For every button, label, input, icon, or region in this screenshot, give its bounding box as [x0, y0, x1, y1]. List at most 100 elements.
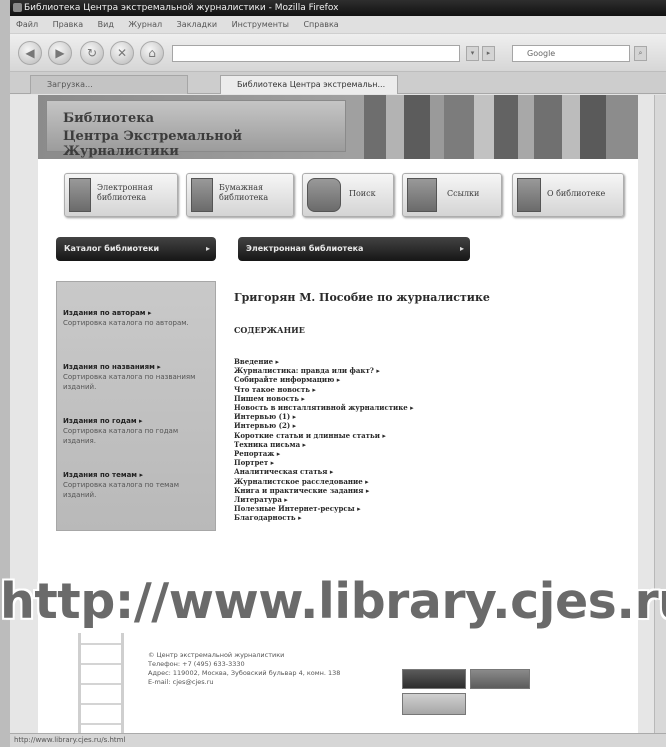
navigation-toolbar: ◀ ▶ ↻ ✕ ⌂ ▾ ▸ Google ⌕	[10, 34, 666, 72]
scroll-icon	[307, 178, 341, 212]
catalog-header[interactable]: Каталог библиотеки ▸	[56, 237, 216, 261]
web-page: Библиотека Центра Экстремальной Журналис…	[38, 95, 638, 733]
footer-org: © Центр экстремальной журналистики	[148, 651, 285, 659]
tab-loading[interactable]: Загрузка...	[30, 75, 188, 94]
sidebar-item-title[interactable]: Издания по названиям ▸	[63, 362, 211, 372]
site-title-line2: Центра Экстремальной Журналистики	[63, 129, 243, 159]
toc-link[interactable]: Аналитическая статья ▸	[234, 467, 614, 476]
dropdown-arrow-icon[interactable]: ▾	[466, 46, 479, 61]
main-header-label: Электронная библиотека	[246, 244, 364, 253]
menu-tools[interactable]: Инструменты	[232, 20, 289, 29]
menu-file[interactable]: Файл	[16, 20, 38, 29]
menu-help[interactable]: Справка	[303, 20, 338, 29]
toc-link[interactable]: Литература ▸	[234, 495, 614, 504]
bookshelf-image	[364, 95, 638, 159]
toc-link[interactable]: Короткие статьи и длинные статьи ▸	[234, 431, 614, 440]
toc-link[interactable]: Что такое новость ▸	[234, 385, 614, 394]
sidebar-item-title[interactable]: Издания по годам ▸	[63, 416, 211, 426]
catalog-header-label: Каталог библиотеки	[64, 244, 160, 253]
sidebar-item-desc: Сортировка каталога по авторам.	[63, 319, 189, 327]
toc-link[interactable]: Техника письма ▸	[234, 440, 614, 449]
toc-link[interactable]: Интервью (1) ▸	[234, 412, 614, 421]
signpost-icon	[407, 178, 437, 212]
nav-links[interactable]: Ссылки	[402, 173, 502, 217]
status-bar: http://www.library.cjes.ru/s.html	[10, 733, 666, 747]
toc-link[interactable]: Пишем новость ▸	[234, 394, 614, 403]
site-logo[interactable]: Библиотека Центра Экстремальной Журналис…	[46, 100, 346, 159]
sidebar-item-desc: Сортировка каталога по названиям изданий…	[63, 373, 196, 391]
sidebar-item-years[interactable]: Издания по годам ▸ Сортировка каталога п…	[63, 416, 211, 446]
firefox-icon	[13, 3, 22, 12]
browser-window: Библиотека Центра экстремальной журналис…	[10, 0, 666, 747]
search-go-icon[interactable]: ⌕	[634, 46, 647, 61]
footer-phone: Телефон: +7 (495) 633-3330	[148, 660, 245, 668]
address-bar[interactable]	[172, 45, 460, 62]
footer-contacts: © Центр экстремальной журналистики Телеф…	[148, 651, 368, 687]
menu-bar: Файл Правка Вид Журнал Закладки Инструме…	[10, 16, 666, 34]
toc-link[interactable]: Благодарность ▸	[234, 513, 614, 522]
sidebar-item-title[interactable]: Издания по авторам ▸	[63, 308, 211, 318]
sidebar-item-titles[interactable]: Издания по названиям ▸ Сортировка катало…	[63, 362, 211, 392]
main-content: Григорян М. Пособие по журналистике СОДЕ…	[234, 291, 614, 591]
sidebar-item-desc: Сортировка каталога по темам изданий.	[63, 481, 179, 499]
chevron-right-icon: ▸	[205, 244, 210, 253]
nav-about[interactable]: О библиотеке	[512, 173, 624, 217]
menu-edit[interactable]: Правка	[53, 20, 83, 29]
menu-history[interactable]: Журнал	[128, 20, 162, 29]
tab-library[interactable]: Библиотека Центра экстремальн...	[220, 75, 398, 94]
home-icon[interactable]: ⌂	[140, 41, 164, 65]
reload-icon[interactable]: ↻	[80, 41, 104, 65]
toc-link[interactable]: Портрет ▸	[234, 458, 614, 467]
menu-bookmarks[interactable]: Закладки	[177, 20, 217, 29]
electronic-library-header[interactable]: Электронная библиотека ▸	[238, 237, 470, 261]
sidebar-item-title[interactable]: Издания по темам ▸	[63, 470, 211, 480]
status-text: http://www.library.cjes.ru/s.html	[14, 736, 126, 744]
nav-label: О библиотеке	[547, 189, 606, 198]
toc-heading: СОДЕРЖАНИЕ	[234, 325, 305, 335]
nav-label: Бумажная библиотека	[219, 183, 269, 202]
footer-email[interactable]: E-mail: cjes@cjes.ru	[148, 678, 368, 687]
toc-link[interactable]: Введение ▸	[234, 357, 614, 366]
toc-link[interactable]: Журналистское расследование ▸	[234, 477, 614, 486]
sidebar-item-topics[interactable]: Издания по темам ▸ Сортировка каталога п…	[63, 470, 211, 500]
nav-label: Электронная библиотека	[97, 183, 153, 202]
bookshelf-icon	[191, 178, 213, 212]
stop-icon[interactable]: ✕	[110, 41, 134, 65]
document-title: Григорян М. Пособие по журналистике	[234, 291, 490, 304]
rating-badge[interactable]	[470, 669, 530, 689]
scrollbar[interactable]	[654, 95, 666, 733]
window-titlebar: Библиотека Центра экстремальной журналис…	[10, 0, 666, 16]
ladder-image	[78, 633, 124, 733]
tab-label: Загрузка...	[47, 80, 93, 89]
nav-label: Ссылки	[447, 189, 480, 198]
menu-view[interactable]: Вид	[98, 20, 114, 29]
toc-link[interactable]: Интервью (2) ▸	[234, 421, 614, 430]
nav-paper-library[interactable]: Бумажная библиотека	[186, 173, 294, 217]
nav-search[interactable]: Поиск	[302, 173, 394, 217]
table-of-contents: Введение ▸ Журналистика: правда или факт…	[234, 357, 614, 523]
page-viewport: Библиотека Центра Экстремальной Журналис…	[10, 95, 666, 733]
toc-link[interactable]: Репортаж ▸	[234, 449, 614, 458]
chevron-right-icon: ▸	[459, 244, 464, 253]
toc-link[interactable]: Полезные Интернет-ресурсы ▸	[234, 504, 614, 513]
catalog-sidebar: Издания по авторам ▸ Сортировка каталога…	[56, 281, 216, 531]
forward-arrow-icon[interactable]: ▶	[48, 41, 72, 65]
site-url-watermark: http://www.library.cjes.ru	[0, 574, 666, 630]
window-title: Библиотека Центра экстремальной журналис…	[24, 3, 339, 13]
tab-bar: Загрузка... Библиотека Центра экстремаль…	[10, 72, 666, 94]
search-input[interactable]: Google	[512, 45, 630, 62]
toc-link[interactable]: Собирайте информацию ▸	[234, 375, 614, 384]
counter-badge[interactable]	[402, 669, 466, 689]
go-arrow-icon[interactable]: ▸	[482, 46, 495, 61]
site-header: Библиотека Центра Экстремальной Журналис…	[38, 95, 638, 159]
tab-label: Библиотека Центра экстремальн...	[237, 80, 386, 89]
sidebar-item-authors[interactable]: Издания по авторам ▸ Сортировка каталога…	[63, 308, 211, 328]
toc-link[interactable]: Журналистика: правда или факт? ▸	[234, 366, 614, 375]
back-arrow-icon[interactable]: ◀	[18, 41, 42, 65]
toc-link[interactable]: Новость в инсталлятивной журналистике ▸	[234, 403, 614, 412]
toc-link[interactable]: Книга и практические задания ▸	[234, 486, 614, 495]
book-icon	[69, 178, 91, 212]
nav-electronic-library[interactable]: Электронная библиотека	[64, 173, 178, 217]
site-title-line1: Библиотека	[63, 111, 155, 126]
partner-badge[interactable]	[402, 693, 466, 715]
